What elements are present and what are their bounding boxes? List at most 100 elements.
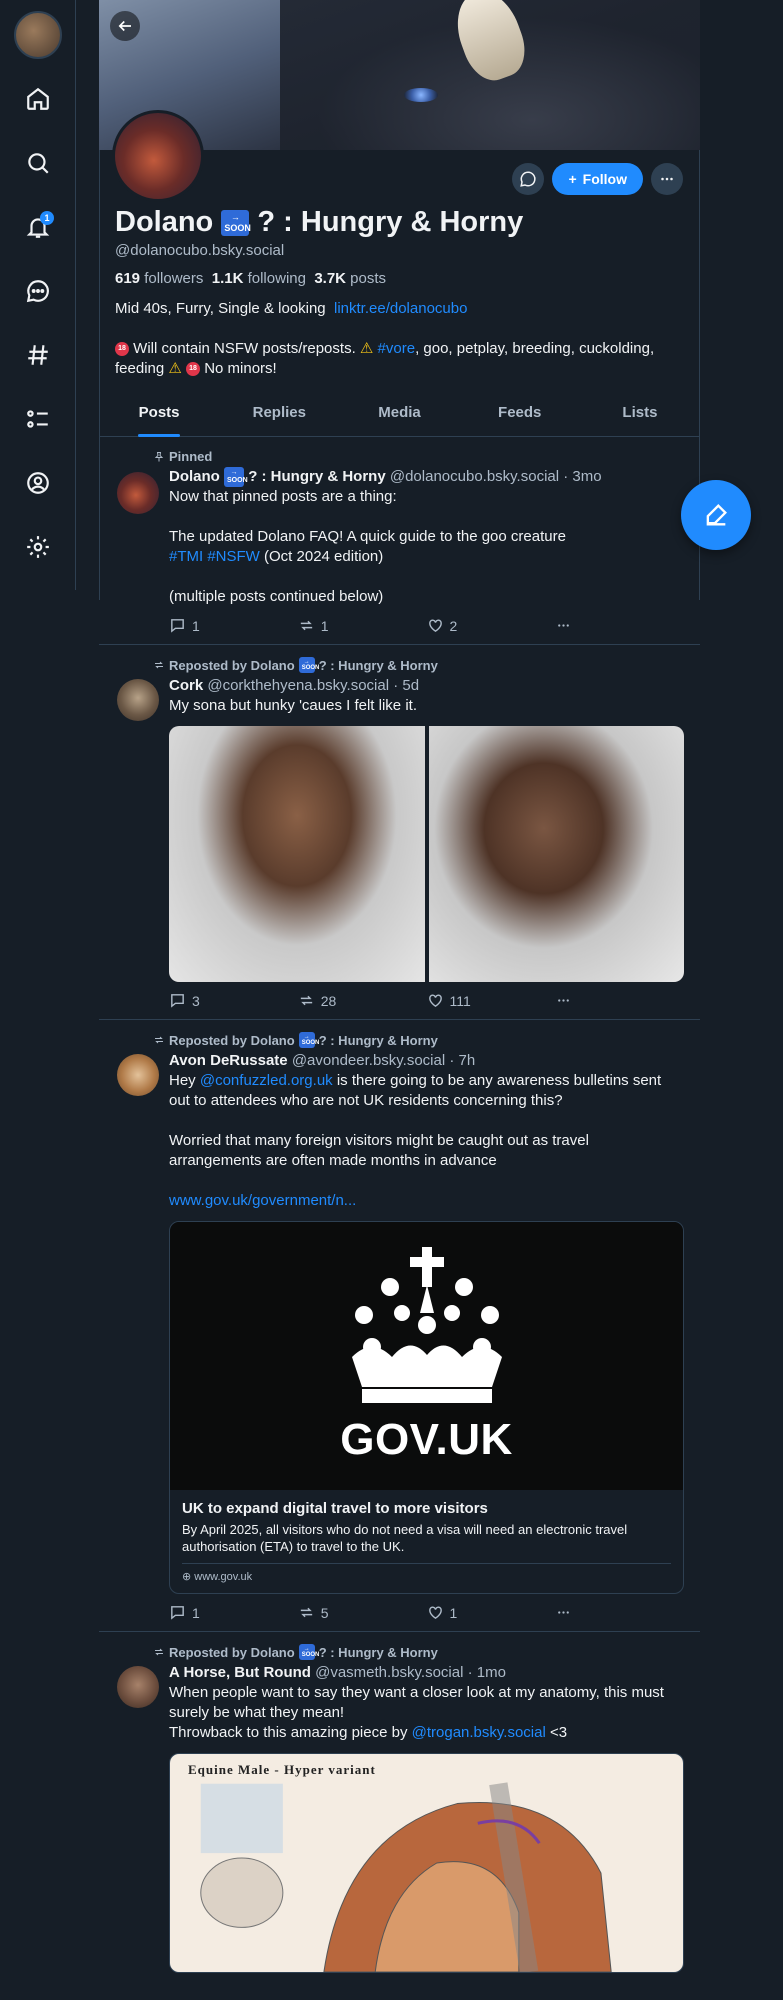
post-image[interactable] xyxy=(428,726,684,983)
repost-count: 5 xyxy=(320,1604,329,1621)
bio-text: Mid 40s, Furry, Single & looking xyxy=(115,300,326,317)
like-button[interactable]: 1 xyxy=(427,1604,556,1621)
post-more-button[interactable] xyxy=(555,617,684,634)
reply-icon xyxy=(171,1606,184,1620)
post-context[interactable]: Reposted by Dolano → SOON ? : Hungry & Ho… xyxy=(153,1644,684,1661)
post-author-avatar[interactable] xyxy=(117,1666,159,1709)
home-icon[interactable] xyxy=(22,83,54,115)
heart-icon xyxy=(428,619,442,633)
post-url[interactable]: www.gov.uk/government/n... xyxy=(169,1192,356,1209)
post-handle[interactable]: @dolanocubo.bsky.social xyxy=(390,468,559,485)
post-author[interactable]: Cork xyxy=(169,677,203,694)
post-author[interactable]: Avon DeRussate xyxy=(169,1052,288,1069)
compose-button[interactable] xyxy=(681,480,751,550)
repost-button[interactable]: 5 xyxy=(298,1604,427,1621)
post-author[interactable]: Dolano → SOON ? : Hungry & Horny xyxy=(169,467,386,488)
post-more-button[interactable] xyxy=(555,1604,684,1621)
post-time-sep: · xyxy=(449,1052,455,1070)
feed-post[interactable]: Reposted by Dolano → SOON ? : Hungry & Ho… xyxy=(99,1632,700,1983)
post-context[interactable]: Reposted by Dolano → SOON ? : Hungry & Ho… xyxy=(153,657,684,674)
reply-button[interactable]: 3 xyxy=(169,992,298,1009)
posts-stat: 3.7K posts xyxy=(314,270,386,287)
post-mention[interactable]: @confuzzled.org.uk xyxy=(200,1072,333,1089)
tab-media[interactable]: Media xyxy=(339,393,459,436)
post-header: Cork @corkthehyena.bsky.social · 5d xyxy=(169,676,684,696)
pin-icon xyxy=(154,451,164,461)
post-image[interactable] xyxy=(169,726,425,983)
soon-emoji: → SOON xyxy=(221,210,251,237)
tab-feeds[interactable]: Feeds xyxy=(460,393,580,436)
reply-icon xyxy=(171,994,184,1008)
repost-label-rest: ? : Hungry & Horny xyxy=(318,1032,438,1048)
post-time[interactable]: 7h xyxy=(459,1052,476,1069)
post-time[interactable]: 5d xyxy=(402,677,419,694)
hashtag-icon[interactable] xyxy=(22,339,54,371)
repost-button[interactable]: 1 xyxy=(298,617,427,634)
bell-icon[interactable]: 1 xyxy=(22,211,54,243)
following-count: 1.1K xyxy=(211,270,244,287)
post-more-button[interactable] xyxy=(555,992,684,1009)
profile-icon[interactable] xyxy=(22,467,54,499)
reply-count: 1 xyxy=(192,617,200,634)
repost-icon xyxy=(155,1036,163,1044)
tab-replies[interactable]: Replies xyxy=(219,393,339,436)
back-button[interactable] xyxy=(110,11,140,41)
follow-button[interactable]: + Follow xyxy=(552,163,643,195)
post-text-hey: Hey xyxy=(169,1072,196,1090)
post-text: Now that pinned posts are a thing: The u… xyxy=(169,487,684,607)
reply-button[interactable]: 1 xyxy=(169,1604,298,1621)
post-image[interactable]: Equine Male - Hyper variant xyxy=(169,1753,684,1974)
like-button[interactable]: 111 xyxy=(427,992,556,1009)
post-time[interactable]: 1mo xyxy=(477,1664,506,1681)
profile-bio: Mid 40s, Furry, Single & looking linktr.… xyxy=(115,299,695,379)
profile-handle: @dolanocubo.bsky.social xyxy=(115,242,285,259)
post-handle[interactable]: @avondeer.bsky.social xyxy=(292,1052,445,1069)
tab-lists[interactable]: Lists xyxy=(580,393,700,436)
chat-icon[interactable] xyxy=(22,275,54,307)
reply-count: 1 xyxy=(192,1604,200,1621)
search-icon[interactable] xyxy=(22,147,54,179)
display-name-part1: Dolano xyxy=(115,206,214,238)
like-count: 2 xyxy=(449,617,458,634)
notification-badge: 1 xyxy=(40,211,54,225)
soon-emoji: → SOON xyxy=(224,467,248,488)
like-button[interactable]: 2 xyxy=(427,617,556,634)
heart-icon xyxy=(428,1606,442,1620)
more-options-button[interactable] xyxy=(651,163,683,195)
profile-tabs: Posts Replies Media Feeds Lists xyxy=(99,393,700,437)
list-icon[interactable] xyxy=(22,403,54,435)
post-hashtags[interactable]: #TMI #NSFW xyxy=(169,548,260,565)
post-handle[interactable]: @corkthehyena.bsky.social xyxy=(207,677,389,694)
feed-post[interactable]: Reposted by Dolano → SOON ? : Hungry & Ho… xyxy=(99,1020,700,1633)
post-author[interactable]: A Horse, But Round xyxy=(169,1664,311,1681)
bio-hashtag[interactable]: #vore xyxy=(378,340,416,357)
bio-link[interactable]: linktr.ee/dolanocubo xyxy=(334,300,467,317)
following-link[interactable]: 1.1K following xyxy=(212,270,306,287)
post-author-avatar[interactable] xyxy=(117,679,159,722)
post-time[interactable]: 3mo xyxy=(572,468,601,485)
soon-emoji: → SOON xyxy=(298,1032,319,1049)
post-handle[interactable]: @vasmeth.bsky.social xyxy=(315,1664,463,1681)
post-author-avatar[interactable] xyxy=(117,472,159,514)
user-avatar[interactable] xyxy=(14,11,62,59)
tab-posts[interactable]: Posts xyxy=(99,393,219,436)
repost-button[interactable]: 28 xyxy=(298,992,427,1009)
followers-link[interactable]: 619 followers xyxy=(115,270,203,287)
profile-avatar[interactable] xyxy=(112,110,204,202)
post-mention[interactable]: @trogan.bsky.social xyxy=(412,1724,546,1741)
profile-info: Dolano → SOON ? : Hungry & Horny @dolanoc… xyxy=(115,204,695,399)
gear-icon[interactable] xyxy=(22,531,54,563)
link-card-body: UK to expand digital travel to more visi… xyxy=(170,1490,683,1593)
message-button[interactable] xyxy=(512,163,545,195)
feed-post[interactable]: Pinned Dolano → SOON ? : Hungry & Horny @… xyxy=(99,437,700,646)
plus-icon: + xyxy=(568,171,577,187)
govuk-wordmark: GOV.UK xyxy=(340,1415,513,1465)
feed-post[interactable]: Reposted by Dolano → SOON ? : Hungry & Ho… xyxy=(99,645,700,1021)
bio-minors-text: No minors! xyxy=(204,360,277,377)
reply-button[interactable]: 1 xyxy=(169,617,298,634)
post-author-avatar[interactable] xyxy=(117,1054,159,1097)
post-context[interactable]: Reposted by Dolano → SOON ? : Hungry & Ho… xyxy=(153,1032,684,1049)
post-text: My sona but hunky 'caues I felt like it. xyxy=(169,697,417,715)
external-link-card[interactable]: GOV.UK UK to expand digital travel to mo… xyxy=(169,1221,684,1595)
reply-icon xyxy=(171,619,184,633)
